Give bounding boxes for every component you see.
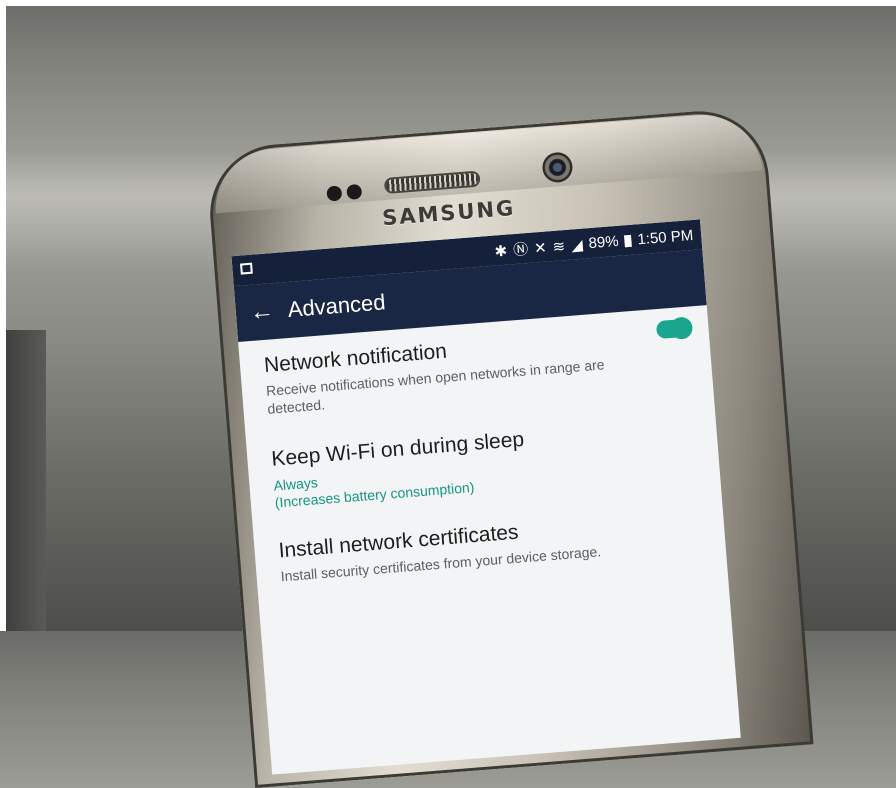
notification-icon: [240, 262, 253, 275]
wifi-icon: ≋: [551, 237, 566, 256]
background-shadow: [6, 330, 46, 631]
mute-icon: ✕: [533, 239, 548, 257]
photo-border-top: [0, 0, 896, 6]
page-title: Advanced: [286, 289, 387, 322]
settings-list: Network notification Receive notificatio…: [238, 305, 726, 587]
clock: 1:50 PM: [636, 226, 694, 249]
network-notification-toggle[interactable]: [655, 316, 694, 340]
brand-logo: SAMSUNG: [381, 195, 517, 231]
nfc-icon: Ⓝ: [512, 240, 529, 260]
signal-icon: ◢: [570, 236, 584, 255]
toggle-knob: [669, 316, 694, 340]
battery-percent: 89%: [587, 232, 620, 253]
bluetooth-icon: ✱: [493, 242, 508, 261]
arrow-left-icon[interactable]: ←: [249, 297, 275, 327]
battery-icon: [624, 234, 632, 247]
photo-border-left: [0, 0, 6, 631]
phone-body: SAMSUNG ✱ Ⓝ ✕ ≋ ◢ 89% 1:50 PM ← Advanced…: [205, 106, 814, 788]
phone-screen: ✱ Ⓝ ✕ ≋ ◢ 89% 1:50 PM ← Advanced Network…: [231, 219, 741, 775]
